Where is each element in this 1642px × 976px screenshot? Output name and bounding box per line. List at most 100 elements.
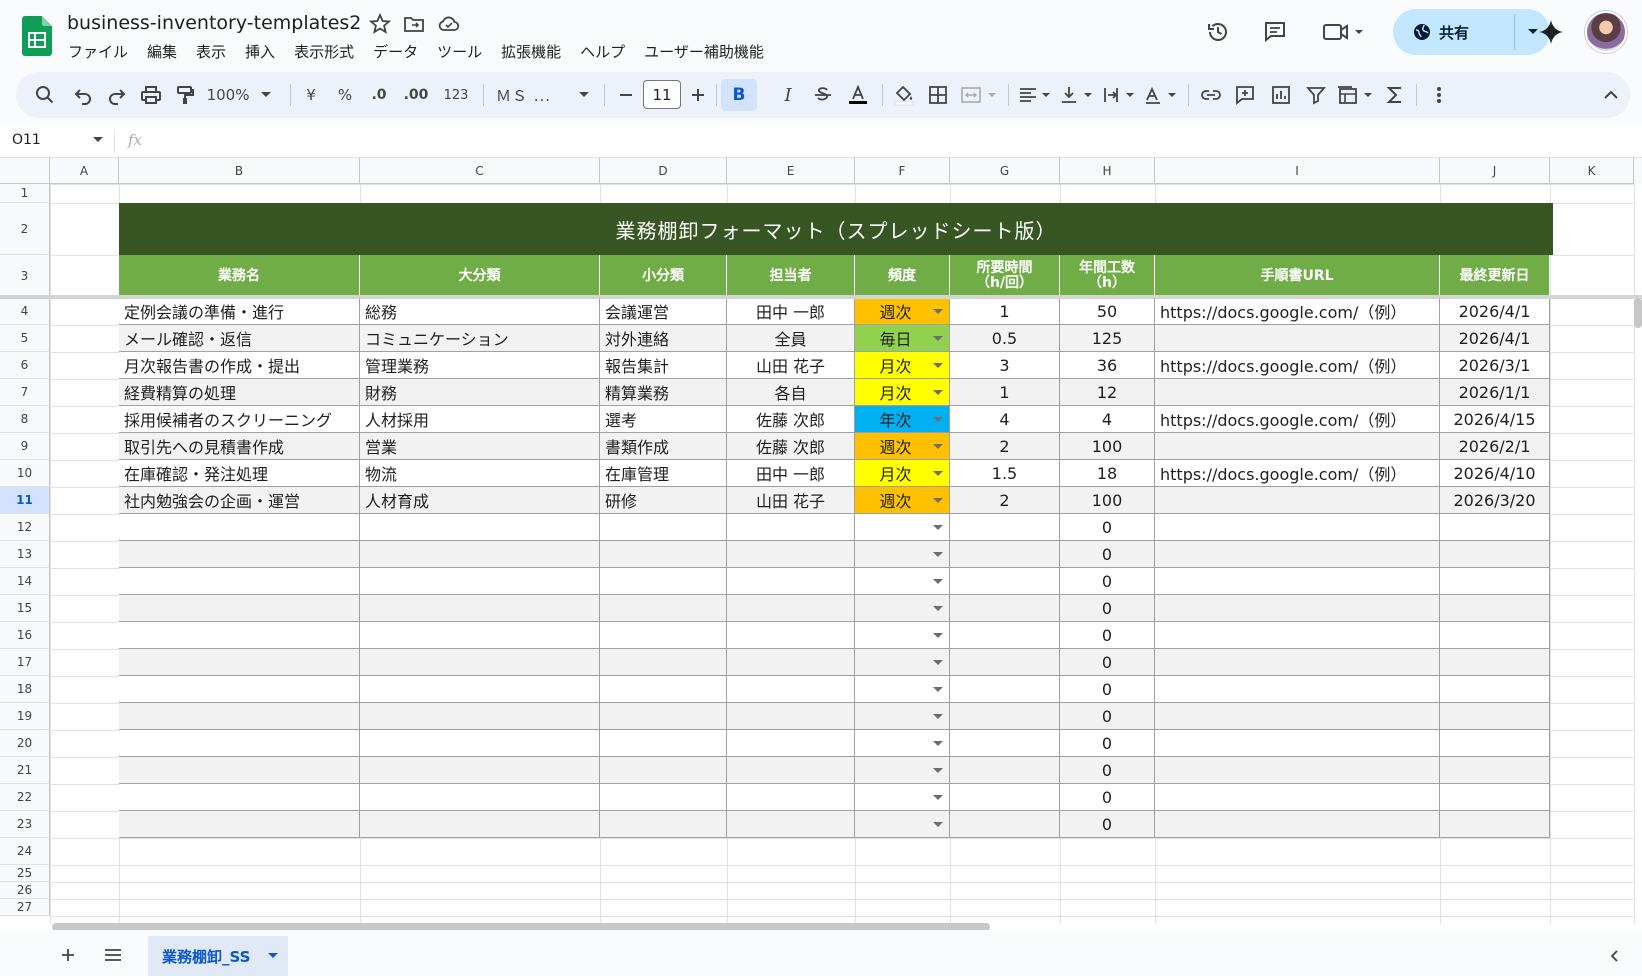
cell-manual-url[interactable] (1155, 757, 1440, 784)
cell-hours-per-time[interactable] (950, 811, 1060, 838)
row-header-18[interactable]: 18 (0, 676, 50, 703)
cell-owner[interactable] (727, 595, 855, 622)
cell-owner[interactable]: 全員 (727, 325, 855, 352)
cell-frequency[interactable] (855, 622, 950, 649)
more-formats-button[interactable]: 123 (439, 72, 473, 118)
add-sheet-icon[interactable] (55, 942, 81, 968)
cell-subcategory[interactable] (600, 595, 727, 622)
row-header-24[interactable]: 24 (0, 838, 50, 865)
cell-subcategory[interactable]: 報告集計 (600, 352, 727, 379)
row-header-13[interactable]: 13 (0, 541, 50, 568)
cell-category[interactable] (360, 541, 600, 568)
frequency-dropdown-icon[interactable] (933, 714, 943, 719)
cell-subcategory[interactable] (600, 649, 727, 676)
row-header-17[interactable]: 17 (0, 649, 50, 676)
cell-subcategory[interactable] (600, 676, 727, 703)
header-cell[interactable]: 年間工数 （h） (1060, 255, 1155, 298)
cell-task-name[interactable] (119, 811, 360, 838)
cell-last-updated[interactable]: 2026/2/1 (1440, 433, 1550, 460)
row-header-14[interactable]: 14 (0, 568, 50, 595)
cell-hours-per-time[interactable] (950, 676, 1060, 703)
cell-last-updated[interactable] (1440, 784, 1550, 811)
cell-hours-per-time[interactable] (950, 595, 1060, 622)
cell-frequency[interactable]: 週次 (855, 487, 950, 514)
frequency-dropdown-icon[interactable] (933, 417, 943, 422)
cell-frequency[interactable] (855, 649, 950, 676)
meet-video-icon[interactable] (1318, 14, 1368, 50)
cell-annual-hours[interactable]: 0 (1060, 757, 1155, 784)
cell-last-updated[interactable] (1440, 730, 1550, 757)
insert-link-icon[interactable] (1196, 72, 1226, 118)
increase-decimal-button[interactable]: .00 (398, 72, 434, 118)
cell-owner[interactable] (727, 676, 855, 703)
cell-owner[interactable]: 山田 花子 (727, 352, 855, 379)
cell-owner[interactable]: 山田 花子 (727, 487, 855, 514)
row-header-6[interactable]: 6 (0, 352, 50, 379)
cloud-saved-icon[interactable] (437, 12, 461, 36)
cell-manual-url[interactable]: https://docs.google.com/（例） (1155, 298, 1440, 325)
cell-manual-url[interactable] (1155, 703, 1440, 730)
cell-manual-url[interactable] (1155, 568, 1440, 595)
row-header-5[interactable]: 5 (0, 325, 50, 352)
cell-owner[interactable] (727, 568, 855, 595)
row-header-22[interactable]: 22 (0, 784, 50, 811)
frequency-dropdown-icon[interactable] (933, 687, 943, 692)
header-cell[interactable]: 所要時間 （h/回） (950, 255, 1060, 298)
cell-manual-url[interactable] (1155, 676, 1440, 703)
decrease-font-size-button[interactable] (614, 72, 638, 118)
row-header-16[interactable]: 16 (0, 622, 50, 649)
cell-task-name[interactable] (119, 622, 360, 649)
cell-task-name[interactable]: メール確認・返信 (119, 325, 360, 352)
zoom-value[interactable]: 100% (207, 72, 250, 118)
cell-annual-hours[interactable]: 0 (1060, 622, 1155, 649)
header-cell[interactable]: 小分類 (600, 255, 727, 298)
cell-category[interactable] (360, 676, 600, 703)
row-header-4[interactable]: 4 (0, 298, 50, 325)
cell-annual-hours[interactable]: 50 (1060, 298, 1155, 325)
cell-owner[interactable]: 佐藤 次郎 (727, 433, 855, 460)
menu-tools[interactable]: ツール (437, 41, 482, 62)
frequency-dropdown-icon[interactable] (933, 336, 943, 341)
cell-owner[interactable] (727, 811, 855, 838)
column-header-a[interactable]: A (50, 158, 119, 184)
cell-manual-url[interactable] (1155, 541, 1440, 568)
cell-subcategory[interactable] (600, 541, 727, 568)
column-header-b[interactable]: B (119, 158, 360, 184)
cell-annual-hours[interactable]: 12 (1060, 379, 1155, 406)
cell-manual-url[interactable]: https://docs.google.com/（例） (1155, 406, 1440, 433)
cell-category[interactable] (360, 730, 600, 757)
cell-last-updated[interactable] (1440, 649, 1550, 676)
cell-annual-hours[interactable]: 0 (1060, 730, 1155, 757)
cell-subcategory[interactable]: 精算業務 (600, 379, 727, 406)
cell-hours-per-time[interactable]: 2 (950, 433, 1060, 460)
cell-manual-url[interactable] (1155, 649, 1440, 676)
column-header-c[interactable]: C (360, 158, 600, 184)
cell-annual-hours[interactable]: 36 (1060, 352, 1155, 379)
redo-icon[interactable] (102, 72, 132, 118)
cell-owner[interactable] (727, 757, 855, 784)
cell-last-updated[interactable] (1440, 676, 1550, 703)
cell-hours-per-time[interactable] (950, 514, 1060, 541)
cell-owner[interactable] (727, 703, 855, 730)
header-cell[interactable]: 担当者 (727, 255, 855, 298)
chevron-left-icon[interactable] (1604, 946, 1624, 966)
borders-icon[interactable] (923, 72, 953, 118)
cell-frequency[interactable]: 毎日 (855, 325, 950, 352)
cell-annual-hours[interactable]: 0 (1060, 703, 1155, 730)
account-avatar[interactable] (1585, 11, 1627, 53)
cell-frequency[interactable] (855, 811, 950, 838)
comments-icon[interactable] (1257, 14, 1293, 50)
cell-annual-hours[interactable]: 0 (1060, 541, 1155, 568)
cell-manual-url[interactable] (1155, 433, 1440, 460)
cell-task-name[interactable] (119, 649, 360, 676)
cell-manual-url[interactable] (1155, 514, 1440, 541)
more-options-icon[interactable] (1424, 72, 1454, 118)
bold-button[interactable]: B (721, 79, 757, 111)
menu-format[interactable]: 表示形式 (294, 41, 354, 62)
column-header-k[interactable]: K (1550, 158, 1634, 184)
strikethrough-icon[interactable] (808, 72, 838, 118)
cell-annual-hours[interactable]: 18 (1060, 460, 1155, 487)
cell-category[interactable]: 営業 (360, 433, 600, 460)
zoom-dropdown-icon[interactable] (258, 72, 274, 118)
cell-last-updated[interactable] (1440, 541, 1550, 568)
